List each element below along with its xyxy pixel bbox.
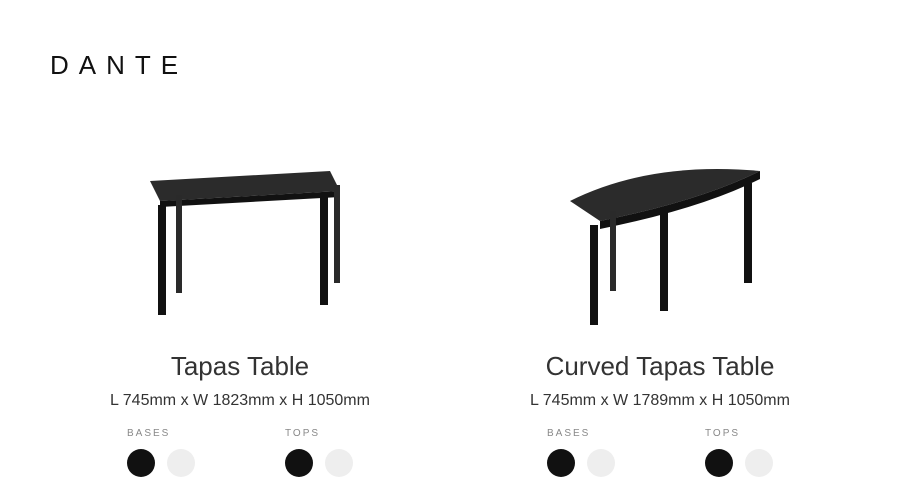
- product-dimensions: L 745mm x W 1789mm x H 1050mm: [530, 392, 790, 410]
- product-grid: Tapas Table L 745mm x W 1823mm x H 1050m…: [50, 141, 850, 477]
- swatch-light[interactable]: [745, 449, 773, 477]
- swatch-row: [705, 449, 773, 477]
- product-options: BASES TOPS: [547, 428, 773, 477]
- swatch-black[interactable]: [285, 449, 313, 477]
- option-label: BASES: [127, 428, 170, 439]
- swatch-black[interactable]: [547, 449, 575, 477]
- option-group-tops: TOPS: [705, 428, 773, 477]
- option-label: BASES: [547, 428, 590, 439]
- brand-logo: DANTE: [50, 50, 850, 81]
- option-group-bases: BASES: [547, 428, 615, 477]
- option-label: TOPS: [705, 428, 740, 439]
- product-dimensions: L 745mm x W 1823mm x H 1050mm: [110, 392, 370, 410]
- swatch-row: [547, 449, 615, 477]
- swatch-light[interactable]: [587, 449, 615, 477]
- option-group-tops: TOPS: [285, 428, 353, 477]
- option-label: TOPS: [285, 428, 320, 439]
- curved-tapas-table-icon: [530, 141, 790, 341]
- product-options: BASES TOPS: [127, 428, 353, 477]
- swatch-light[interactable]: [325, 449, 353, 477]
- tapas-table-icon: [110, 141, 370, 341]
- swatch-light[interactable]: [167, 449, 195, 477]
- product-card: Curved Tapas Table L 745mm x W 1789mm x …: [470, 141, 850, 477]
- product-image: [110, 141, 370, 341]
- product-card: Tapas Table L 745mm x W 1823mm x H 1050m…: [50, 141, 430, 477]
- option-group-bases: BASES: [127, 428, 195, 477]
- swatch-black[interactable]: [705, 449, 733, 477]
- swatch-row: [285, 449, 353, 477]
- swatch-row: [127, 449, 195, 477]
- product-image: [530, 141, 790, 341]
- product-name: Curved Tapas Table: [546, 351, 775, 382]
- product-name: Tapas Table: [171, 351, 309, 382]
- swatch-black[interactable]: [127, 449, 155, 477]
